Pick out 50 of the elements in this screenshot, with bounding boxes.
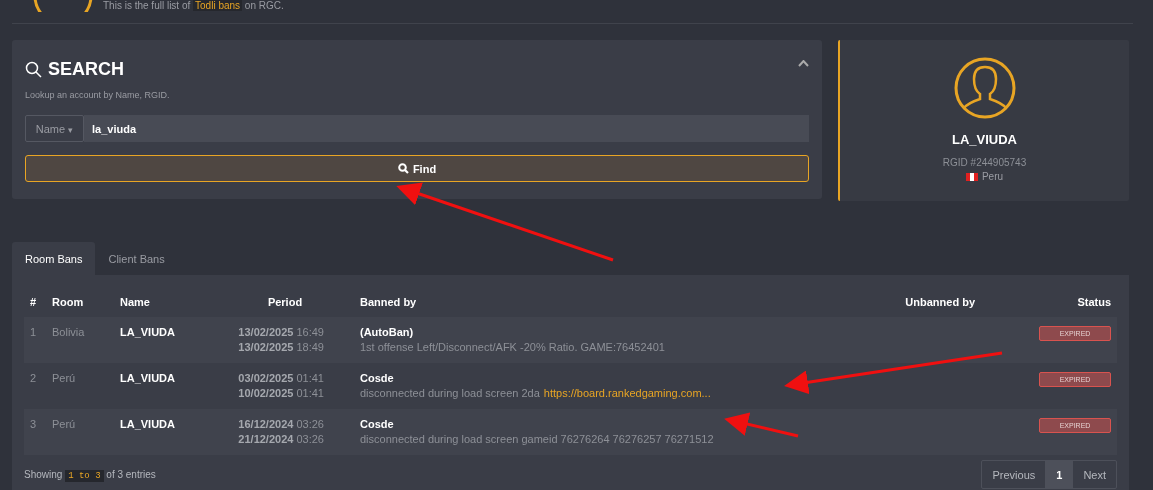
column-header: Status: [1076, 296, 1112, 308]
find-button[interactable]: Find: [25, 155, 809, 182]
avatar-icon: [33, 0, 93, 12]
search-icon: [397, 163, 409, 174]
collapse-icon[interactable]: [798, 60, 809, 67]
column-header: Room: [52, 296, 85, 308]
profile-name: LA_VIUDA: [952, 132, 1017, 147]
tab[interactable]: Client Bans: [95, 242, 178, 275]
column-header: Unbanned by: [904, 296, 975, 308]
reason-link[interactable]: https://board.rankedgaming.com...: [543, 387, 711, 399]
pagination-button[interactable]: Next: [1073, 461, 1116, 488]
tab[interactable]: Room Bans: [12, 242, 96, 275]
search-field[interactable]: la_viuda: [84, 115, 809, 142]
page-button[interactable]: 1: [1045, 461, 1074, 488]
ban-reason: 1st offense Left/Disconnect/AFK -20% Ratio. GAME:76452401: [360, 341, 665, 353]
banned-by: (AutoBan): [360, 326, 415, 338]
period-start: 13/02/2025 16:49: [238, 326, 324, 338]
search-hint: Lookup an account by Name, RGID.: [25, 90, 171, 100]
column-header: Period: [266, 296, 304, 308]
banned-by: Cosde: [360, 372, 395, 384]
table-cell-text: LA_VIUDA: [120, 418, 176, 430]
subtitle: This is the full list of Todli bans on RGC.: [103, 0, 284, 12]
search-title: SEARCH: [48, 59, 124, 80]
column-header: Name: [120, 296, 151, 308]
column-header: Banned by: [360, 296, 418, 308]
table-cell-text: LA_VIUDA: [120, 372, 176, 384]
period-end: 13/02/2025 18:49: [238, 341, 324, 353]
banned-by: Cosde: [360, 418, 395, 430]
ban-reason: disconnected during load screen 2da: [360, 387, 540, 399]
table-cell-text: LA_VIUDA: [120, 326, 176, 338]
search-icon: [25, 61, 42, 78]
profile-rgid: RGID #244905743: [942, 157, 1027, 168]
column-header: #: [29, 296, 38, 308]
table-cell-text: 3: [29, 418, 38, 430]
period-end: 21/12/2024 03:26: [238, 433, 324, 445]
user-avatar-icon: [953, 57, 1016, 119]
entries-info: Showing 1 to 3 of 3 entries: [24, 468, 156, 481]
table-cell-text: 2: [29, 372, 38, 384]
period-start: 03/02/2025 01:41: [238, 372, 324, 384]
profile-country: Peru: [981, 171, 1004, 182]
ban-reason: disconnected during load screen gameid 76276264 76276257 76271512: [360, 433, 714, 445]
table-cell-text: Bolivia: [52, 326, 86, 338]
field-type-dropdown[interactable]: Name ▾: [25, 115, 84, 142]
period-end: 10/02/2025 01:41: [238, 387, 324, 399]
table-cell-text: Perú: [52, 418, 77, 430]
pagination-button[interactable]: Previous: [982, 461, 1046, 488]
period-start: 16/12/2024 03:26: [238, 418, 324, 430]
flag-icon: [965, 172, 978, 181]
table-cell-text: Perú: [52, 372, 77, 384]
table-cell-text: 1: [29, 326, 38, 338]
